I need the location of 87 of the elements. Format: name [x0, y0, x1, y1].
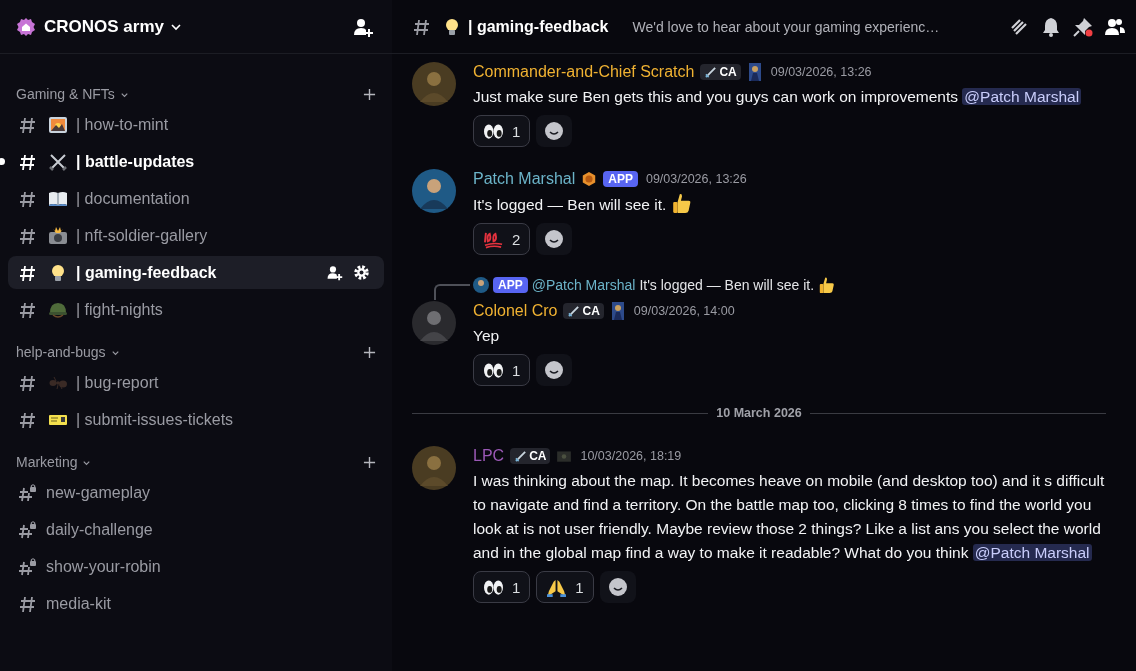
channel-item[interactable]: new-gameplay [8, 476, 384, 509]
avatar[interactable] [412, 169, 456, 213]
reaction-button[interactable]: 1 [473, 115, 531, 147]
date-divider: 10 March 2026 [715, 406, 803, 420]
thumbs-up-icon [670, 192, 693, 214]
plus-icon[interactable] [363, 345, 376, 359]
avatar[interactable] [412, 446, 456, 490]
smiley-icon [544, 229, 565, 249]
plus-icon[interactable] [363, 87, 376, 101]
reply-preview[interactable]: It's logged — Ben will see it. [639, 277, 815, 293]
praying-hands-icon [546, 577, 568, 597]
add-reaction-button[interactable] [536, 115, 573, 147]
smiley-icon [607, 577, 628, 597]
reaction-button[interactable]: 1 [536, 571, 594, 603]
author-name[interactable]: LPC [473, 447, 505, 465]
add-reaction-button[interactable] [599, 571, 636, 603]
reaction-button[interactable]: 1 [473, 571, 531, 603]
timestamp: 10/03/2026, 18:19 [580, 449, 682, 463]
channel-item[interactable]: | documentation [8, 182, 384, 215]
reply-line [434, 284, 470, 300]
channel-item[interactable]: | fight-nights [8, 293, 384, 326]
camera-icon [48, 225, 68, 246]
add-reaction-button[interactable] [536, 223, 573, 255]
pin-icon[interactable] [1072, 15, 1094, 38]
server-name: CRONOS army [44, 16, 164, 37]
author-name[interactable]: Patch Marshal [473, 170, 576, 188]
smiley-icon [544, 121, 565, 141]
channel-topic[interactable]: We'd love to hear about your gaming experienc… [632, 18, 990, 35]
mention-link[interactable]: @Patch Marshal [962, 88, 1082, 105]
soldier-icon [746, 63, 763, 81]
mention-link[interactable]: @Patch Marshal [972, 544, 1092, 561]
role-tag[interactable]: CA [700, 64, 741, 80]
message-text: Yep [473, 326, 501, 346]
plus-icon[interactable] [363, 455, 376, 469]
message-text: I was thinking about the map. It becomes heave on mobile (and desktop too) and it s difficult to navigate and find a territory. On the battle map too, clicking 8 times to find the world you look at is not user friendly. Maybe review those 2 things? Like a list ans you select the world and in the global map find a way to make it readable? What do you think @Patch Marshal [473, 471, 1106, 563]
category-header[interactable]: help-and-bugs [16, 344, 106, 360]
role-tag[interactable]: CA [563, 303, 604, 319]
settings-icon[interactable] [353, 264, 370, 281]
timestamp: 09/03/2026, 13:26 [770, 65, 872, 79]
author-name[interactable]: Colonel Cro [473, 302, 558, 320]
locked-channel-icon [18, 556, 38, 577]
channel-title: | gaming-feedback [468, 17, 609, 36]
channel-item[interactable]: | gaming-feedback [8, 256, 384, 289]
reply-author[interactable]: @Patch Marshal [531, 277, 636, 293]
add-reaction-button[interactable] [536, 354, 573, 386]
sword-icon [704, 65, 718, 79]
message-text: It's logged — Ben will see it. [473, 192, 1116, 217]
app-badge: APP [603, 171, 638, 187]
app-badge: APP [493, 277, 528, 293]
channel-item[interactable]: show-your-robin [8, 550, 384, 583]
soldier-icon [609, 302, 626, 320]
reaction-button[interactable]: 1 [473, 354, 531, 386]
badge-icon [581, 170, 598, 188]
thumbs-up-icon [818, 276, 837, 294]
server-header[interactable]: CRONOS army [0, 0, 392, 54]
bell-icon[interactable] [1040, 15, 1062, 38]
sunrise-icon [48, 114, 68, 135]
category-header[interactable]: Marketing [16, 454, 78, 470]
timestamp: 09/03/2026, 13:26 [645, 172, 747, 186]
author-name[interactable]: Commander-and-Chief Scratch [473, 63, 695, 81]
eyes-icon [483, 360, 504, 380]
channel-item[interactable]: | bug-report [8, 366, 384, 399]
eyes-icon [483, 121, 504, 141]
channel-item[interactable]: media-kit [8, 587, 384, 620]
smiley-icon [544, 360, 565, 380]
avatar[interactable] [473, 277, 489, 293]
home-icon [16, 16, 36, 37]
channel-item[interactable]: | how-to-mint [8, 108, 384, 141]
channel-item[interactable]: daily-challenge [8, 513, 384, 546]
role-tag[interactable]: CA [510, 448, 551, 464]
category-header[interactable]: Gaming & NFTs [16, 86, 115, 102]
channel-item[interactable]: | nft-soldier-gallery [8, 219, 384, 252]
reaction-button[interactable]: 2 [473, 223, 531, 255]
channel-item[interactable]: | battle-updates [8, 145, 384, 178]
sword-icon [514, 449, 528, 463]
invite-member-icon[interactable] [326, 264, 343, 281]
locked-channel-icon [18, 482, 38, 503]
eyes-icon [483, 577, 504, 597]
sword-icon [567, 304, 581, 318]
timestamp: 09/03/2026, 14:00 [633, 304, 735, 318]
avatar[interactable] [412, 301, 456, 345]
avatar[interactable] [412, 62, 456, 106]
message-text: Just make sure Ben gets this and you guys can work on improvements @Patch Marshal [473, 87, 1083, 107]
unread-dot [0, 158, 5, 165]
locked-channel-icon [18, 519, 38, 540]
swords-icon [48, 151, 68, 172]
channel-item[interactable]: | submit-issues-tickets [8, 403, 384, 436]
